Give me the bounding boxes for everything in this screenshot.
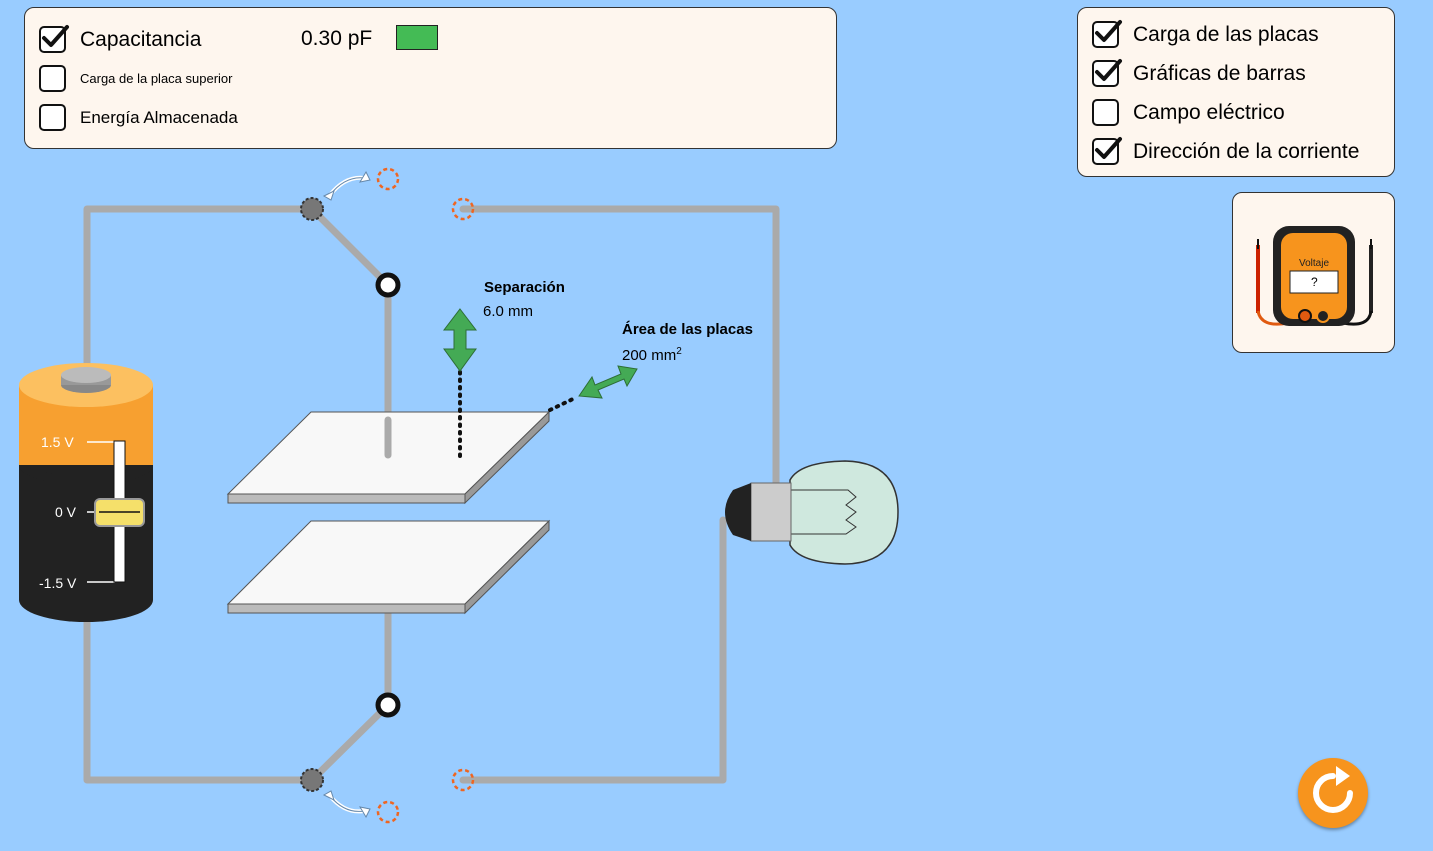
- battery-slider-thumb[interactable]: [94, 498, 145, 527]
- bottom-right-contact[interactable]: [451, 768, 475, 792]
- area-value: 200 mm2: [622, 346, 682, 364]
- stored-energy-checkbox-row[interactable]: Energía Almacenada: [39, 104, 238, 131]
- battery-tick-zero: 0 V: [55, 504, 77, 520]
- capacitance-panel: Capacitancia 0.30 pF Carga de la placa s…: [24, 7, 837, 149]
- top-plate-charge-checkbox-row[interactable]: Carga de la placa superior: [39, 65, 232, 92]
- electric-field-checkbox-row[interactable]: Campo eléctrico: [1092, 99, 1285, 126]
- stored-energy-label: Energía Almacenada: [80, 107, 238, 127]
- reset-icon: [1313, 766, 1353, 813]
- separation-value: 6.0 mm: [483, 303, 534, 320]
- plate-charges-checkbox-row[interactable]: Carga de las placas: [1092, 20, 1319, 48]
- bar-graphs-checkbox-row[interactable]: Gráficas de barras: [1092, 59, 1306, 87]
- top-plate[interactable]: [226, 410, 551, 505]
- bar-graphs-label: Gráficas de barras: [1133, 61, 1306, 85]
- voltmeter-reading: ?: [1311, 275, 1318, 289]
- top-switch-alt-contact[interactable]: [376, 167, 400, 191]
- voltmeter-icon[interactable]: [1233, 193, 1396, 354]
- light-bulb: [725, 460, 899, 565]
- top-plate-charge-checkbox[interactable]: [39, 65, 66, 92]
- check-icon: [42, 25, 69, 47]
- bar-graphs-checkbox[interactable]: [1092, 59, 1122, 87]
- bottom-switch-hinge[interactable]: [300, 768, 324, 792]
- capacitance-checkbox-row[interactable]: Capacitancia: [39, 25, 202, 53]
- separation-label: Separación: [484, 279, 565, 296]
- electric-field-checkbox[interactable]: [1092, 99, 1119, 126]
- voltmeter-label: Voltaje: [1299, 258, 1330, 269]
- area-value-number: 200 mm: [622, 347, 677, 364]
- circuit-wires: [83, 205, 780, 784]
- battery-voltage-slider[interactable]: [87, 440, 145, 583]
- reset-button[interactable]: [1298, 758, 1368, 828]
- voltmeter-toolbox[interactable]: Voltaje ?: [1232, 192, 1395, 353]
- battery-tick-max: 1.5 V: [41, 434, 74, 450]
- plate-charges-label: Carga de las placas: [1133, 22, 1319, 46]
- current-direction-checkbox-row[interactable]: Dirección de la corriente: [1092, 137, 1360, 165]
- capacitance-checkbox[interactable]: [39, 25, 69, 53]
- area-unit-exponent: 2: [676, 346, 682, 357]
- current-direction-checkbox[interactable]: [1092, 137, 1122, 165]
- bottom-switch-alt-contact[interactable]: [376, 800, 400, 824]
- area-dotted-line: [548, 396, 577, 412]
- capacitance-value: 0.30 pF: [301, 27, 373, 50]
- top-switch-hinge[interactable]: [300, 197, 324, 221]
- current-direction-label: Dirección de la corriente: [1133, 139, 1360, 163]
- stored-energy-checkbox[interactable]: [39, 104, 66, 131]
- top-switch-contact[interactable]: [375, 272, 401, 298]
- plate-charges-checkbox[interactable]: [1092, 20, 1122, 48]
- top-plate-charge-label: Carga de la placa superior: [80, 71, 233, 86]
- bottom-switch-arrow-icon: [322, 790, 371, 819]
- top-switch-arrow-icon: [322, 170, 371, 201]
- bottom-plate[interactable]: [226, 519, 551, 615]
- area-arrow-icon[interactable]: [578, 365, 638, 399]
- top-right-contact[interactable]: [451, 197, 475, 221]
- capacitance-bar: [396, 25, 438, 50]
- capacitance-label: Capacitancia: [80, 27, 202, 51]
- check-icon: [1095, 59, 1122, 81]
- battery-tick-min: -1.5 V: [39, 575, 77, 591]
- bottom-switch-contact[interactable]: [375, 692, 401, 718]
- electric-field-label: Campo eléctrico: [1133, 100, 1285, 124]
- visibility-panel: Carga de las placas Gráficas de barras C…: [1077, 7, 1395, 177]
- check-icon: [1095, 137, 1122, 159]
- area-label: Área de las placas: [622, 321, 753, 338]
- check-icon: [1095, 20, 1122, 42]
- separation-arrow-icon[interactable]: [442, 308, 478, 372]
